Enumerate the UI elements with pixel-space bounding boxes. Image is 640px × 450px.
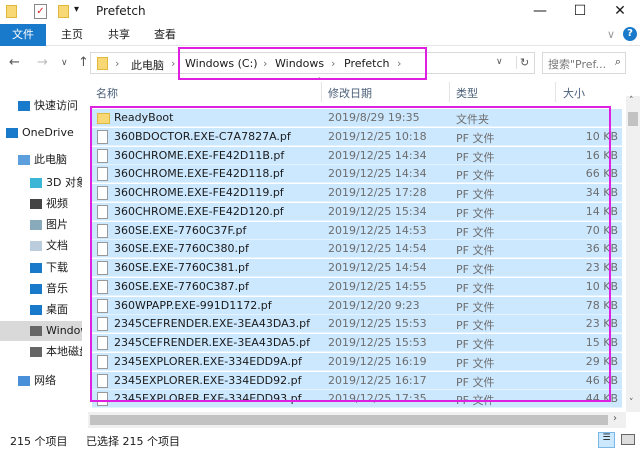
music-icon	[30, 284, 42, 294]
vertical-scrollbar[interactable]: ˄ ˅	[626, 96, 640, 412]
column-divider[interactable]	[555, 82, 556, 102]
search-placeholder: 搜索"Pref...	[548, 58, 607, 71]
cube-icon	[30, 178, 42, 188]
sidebar-item[interactable]: 桌面	[0, 300, 82, 320]
breadcrumb-separator[interactable]: ›	[115, 57, 119, 70]
cloud-icon	[6, 128, 18, 138]
forward-button[interactable]: →	[37, 55, 48, 70]
tab-home[interactable]: 主页	[50, 24, 94, 46]
network-icon	[18, 376, 30, 386]
title-bar: ✓ ▾ Prefetch — ☐ ✕	[0, 0, 640, 24]
window-title: Prefetch	[96, 4, 146, 18]
picture-icon	[30, 220, 42, 230]
sidebar-item[interactable]: OneDrive	[0, 123, 82, 143]
sidebar-item-label: 下载	[46, 261, 68, 274]
sidebar-item[interactable]: 本地磁盘 (D:)	[0, 342, 82, 362]
sidebar-item-label: 网络	[34, 374, 56, 387]
up-button[interactable]: ↑	[78, 55, 89, 70]
scroll-thumb[interactable]	[628, 112, 638, 126]
search-input[interactable]: 搜索"Pref... ⌕	[542, 52, 626, 74]
help-icon[interactable]: ?	[623, 27, 637, 41]
column-divider[interactable]	[321, 82, 322, 102]
selected-count: 已选择 215 个项目	[86, 435, 180, 448]
column-type[interactable]: 类型	[456, 85, 478, 101]
sidebar-item[interactable]: 快速访问	[0, 96, 82, 116]
properties-icon[interactable]: ✓	[34, 4, 47, 19]
tab-file[interactable]: 文件	[0, 24, 46, 46]
back-button[interactable]: ←	[9, 55, 20, 70]
tab-view[interactable]: 查看	[143, 24, 187, 46]
column-name[interactable]: 名称	[96, 85, 118, 101]
details-view-icon[interactable]: ☰	[598, 432, 615, 448]
address-dropdown-icon[interactable]: ∨	[496, 57, 503, 67]
sidebar-item-label: 3D 对象	[46, 176, 82, 189]
new-folder-icon[interactable]	[58, 5, 69, 18]
sidebar-item[interactable]: 3D 对象	[0, 173, 82, 193]
minimize-button[interactable]: —	[520, 0, 560, 24]
large-icons-view-icon[interactable]	[621, 434, 635, 445]
customize-toolbar-icon[interactable]: ▾	[74, 4, 79, 15]
folder-icon	[97, 57, 108, 70]
sidebar-item-label: 音乐	[46, 282, 68, 295]
column-date[interactable]: 修改日期	[328, 85, 372, 101]
highlight-box-address	[178, 47, 427, 80]
close-button[interactable]: ✕	[600, 0, 640, 24]
column-divider[interactable]	[449, 82, 450, 102]
sidebar-item-label: 视频	[46, 197, 68, 210]
sidebar-item[interactable]: Windows (C:)	[0, 321, 82, 341]
refresh-icon[interactable]: ↻	[516, 56, 529, 69]
breadcrumb-separator[interactable]: ›	[171, 57, 175, 70]
sidebar-item-label: Windows (C:)	[46, 324, 82, 337]
sidebar-item[interactable]: 文档	[0, 236, 82, 256]
sidebar-item-label: 桌面	[46, 303, 68, 316]
sidebar-item[interactable]: 下载	[0, 258, 82, 278]
sidebar-item-label: 快速访问	[34, 99, 78, 112]
sidebar-item[interactable]: 网络	[0, 371, 82, 391]
drive-icon	[30, 347, 42, 357]
document-icon	[30, 241, 42, 251]
breadcrumb-this-pc[interactable]: 此电脑	[131, 57, 164, 73]
sidebar-item[interactable]: 音乐	[0, 279, 82, 299]
search-icon: ⌕	[614, 55, 621, 68]
column-size[interactable]: 大小	[563, 85, 585, 101]
computer-icon	[18, 155, 30, 165]
sidebar-item[interactable]: 图片	[0, 215, 82, 235]
maximize-button[interactable]: ☐	[560, 0, 600, 24]
status-bar: 215 个项目 已选择 215 个项目 ☰	[0, 430, 640, 450]
drive-icon	[30, 326, 42, 336]
expand-ribbon-icon[interactable]: ∨	[607, 28, 615, 41]
folder-icon	[6, 5, 17, 18]
download-icon	[30, 263, 42, 273]
sidebar-item-label: 文档	[46, 239, 68, 252]
tab-share[interactable]: 共享	[97, 24, 141, 46]
sidebar-item[interactable]: 视频	[0, 194, 82, 214]
scroll-right-icon[interactable]: ›	[613, 413, 617, 424]
star-icon	[18, 101, 30, 111]
sidebar-item-label: 图片	[46, 218, 68, 231]
scroll-thumb[interactable]	[90, 415, 608, 425]
highlight-box-files	[90, 106, 611, 402]
column-header: 名称 修改日期 类型 大小 ^	[88, 76, 626, 102]
sidebar-item-label: 此电脑	[34, 153, 67, 166]
scroll-up-icon[interactable]: ˄	[629, 96, 634, 106]
video-icon	[30, 199, 42, 209]
sidebar-item[interactable]: 此电脑	[0, 150, 82, 170]
sidebar-item-label: OneDrive	[22, 126, 74, 139]
scroll-down-icon[interactable]: ˅	[629, 398, 634, 408]
ribbon-tabs: 文件 主页 共享 查看 ∨ ?	[0, 24, 640, 46]
item-count: 215 个项目	[10, 435, 68, 448]
recent-locations-button[interactable]: ∨	[61, 58, 68, 68]
navigation-pane: 快速访问 OneDrive 此电脑 3D 对象视频图片文档下载音乐桌面 Windows …	[0, 96, 82, 426]
desktop-icon	[30, 305, 42, 315]
sidebar-item-label: 本地磁盘 (D:)	[46, 345, 82, 358]
horizontal-scrollbar[interactable]: ›	[88, 412, 626, 428]
